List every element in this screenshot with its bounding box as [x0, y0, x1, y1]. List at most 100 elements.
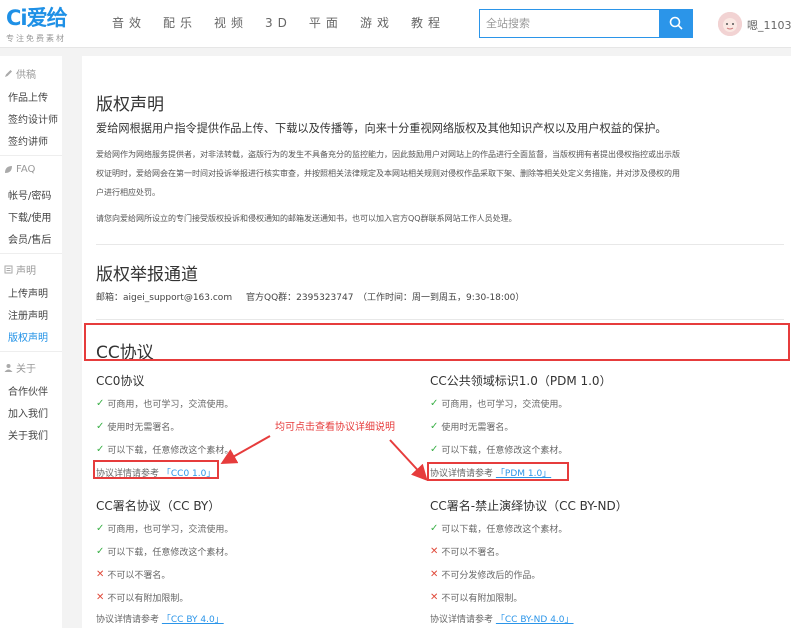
cc-rule-row: ✓ 可以下载，任意修改这个素材。 [430, 522, 567, 535]
sidebar-section-label: 声明 [16, 266, 36, 277]
cc-rule-row: ✕ 不可以不署名。 [430, 545, 504, 558]
sidebar-section-statement: 声明 [4, 262, 36, 277]
sidebar-section-contribute: 供稿 [4, 66, 36, 81]
nav-item-3d[interactable]: 3D [265, 0, 292, 46]
copyright-title: 版权声明 [96, 95, 164, 115]
sidebar-section-label: FAQ [16, 164, 36, 175]
cc-rule-text: 不可以不署名。 [107, 571, 171, 581]
sidebar-item-membership[interactable]: 会员/售后 [8, 231, 51, 246]
cc-card-title: CC公共领域标识1.0（PDM 1.0） [430, 374, 612, 388]
sidebar-item-account[interactable]: 帐号/密码 [8, 187, 51, 202]
cc-rule-text: 不可分发修改后的作品。 [441, 571, 541, 581]
search-button[interactable] [659, 10, 692, 37]
avatar[interactable] [718, 12, 742, 36]
cc-rule-row: ✕ 不可以有附加限制。 [96, 591, 188, 604]
cc-ref-row: 协议详情请参考 「CC BY-ND 4.0」 [430, 612, 574, 625]
nav-item-video[interactable]: 视频 [214, 0, 248, 46]
copyright-paragraph-line: 爱给网作为网络服务提供者，对非法转载，盗版行为的发生不具备充分的监控能力，因此鼓… [96, 150, 680, 159]
cc-rule-text: 使用时无需署名。 [107, 423, 180, 433]
sidebar-section-about: 关于 [4, 360, 36, 375]
copyright-contact-paragraph: 请您向爱给网所设立的专门接受版权投诉和侵权通知的邮箱发送通知书，也可以加入官方Q… [96, 214, 517, 223]
logo-tagline: 专注免费素材 [6, 34, 66, 43]
cc-rule-text: 不可以不署名。 [441, 548, 505, 558]
cross-icon: ✕ [96, 592, 105, 603]
sidebar-item-lecturer[interactable]: 签约讲师 [8, 133, 48, 148]
nav-item-tutorial[interactable]: 教程 [411, 0, 445, 46]
section-divider [96, 244, 784, 245]
report-email: 邮箱：aigei_support@163.com [96, 293, 233, 303]
main-nav: 音效 配乐 视频 3D 平面 游戏 教程 [112, 0, 462, 46]
cc-rule-text: 可商用，也可学习，交流使用。 [441, 400, 568, 410]
sidebar-item-copyright-statement[interactable]: 版权声明 [8, 329, 48, 344]
cc-card-title: CC署名-禁止演绎协议（CC BY-ND） [430, 499, 628, 513]
sidebar-section-label: 供稿 [16, 70, 36, 81]
cross-icon: ✕ [430, 546, 439, 557]
avatar-image [718, 12, 742, 36]
cc-rule-text: 使用时无需署名。 [441, 423, 514, 433]
cc-card-title: CC0协议 [96, 374, 145, 388]
cc-rule-row: ✓ 可以下载，任意修改这个素材。 [96, 443, 233, 456]
cc-rule-row: ✓ 可商用，也可学习，交流使用。 [96, 397, 233, 410]
cc-rule-text: 不可以有附加限制。 [107, 594, 189, 604]
check-icon: ✓ [430, 444, 439, 455]
cross-icon: ✕ [430, 592, 439, 603]
copyright-paragraph-line: 权证明时，爱给网会在第一时间对投诉举报进行核实审查，并按照相关法律规定及本网站相… [96, 169, 680, 178]
cc-by-link[interactable]: 「CC BY 4.0」 [162, 612, 224, 625]
logo[interactable]: Ci爱给 专注免费素材 [6, 6, 86, 44]
sidebar-item-register-statement[interactable]: 注册声明 [8, 307, 48, 322]
cc0-link-highlight-box [93, 460, 219, 479]
username[interactable]: 嗯_1103... [747, 17, 791, 33]
sidebar-item-download[interactable]: 下载/使用 [8, 209, 51, 224]
sidebar-divider [0, 253, 62, 254]
nav-item-game[interactable]: 游戏 [360, 0, 394, 46]
cc-rule-row: ✕ 不可以有附加限制。 [430, 591, 522, 604]
top-header: Ci爱给 专注免费素材 音效 配乐 视频 3D 平面 游戏 教程 嗯_1103.… [0, 0, 791, 48]
check-icon: ✓ [96, 523, 105, 534]
check-icon: ✓ [96, 421, 105, 432]
sidebar-item-upload[interactable]: 作品上传 [8, 89, 48, 104]
sidebar-item-upload-statement[interactable]: 上传声明 [8, 285, 48, 300]
sidebar: 供稿 作品上传 签约设计师 签约讲师 FAQ 帐号/密码 下载/使用 会员/售后… [0, 56, 62, 628]
leaf-icon [5, 166, 12, 173]
report-title: 版权举报通道 [96, 265, 198, 285]
copyright-lead: 爱给网根据用户指令提供作品上传、下载以及传播等，向来十分重视网络版权及其他知识产… [96, 122, 667, 135]
sidebar-item-partners[interactable]: 合作伙伴 [8, 383, 48, 398]
cc-card-title: CC署名协议（CC BY） [96, 499, 221, 513]
cc-rule-row: ✓ 可商用，也可学习，交流使用。 [96, 522, 233, 535]
cc-rule-text: 不可以有附加限制。 [441, 594, 523, 604]
cc-rule-text: 可以下载，任意修改这个素材。 [441, 446, 568, 456]
check-icon: ✓ [96, 546, 105, 557]
sidebar-item-about-us[interactable]: 关于我们 [8, 427, 48, 442]
cc-rule-text: 可商用，也可学习，交流使用。 [107, 400, 234, 410]
sidebar-section-label: 关于 [16, 364, 36, 375]
sidebar-item-join-us[interactable]: 加入我们 [8, 405, 48, 420]
cc-by-nd-link[interactable]: 「CC BY-ND 4.0」 [496, 612, 574, 625]
nav-item-graphic[interactable]: 平面 [309, 0, 343, 46]
sidebar-section-faq: FAQ [4, 164, 35, 175]
user-icon [4, 364, 13, 372]
report-hours: （工作时间：周一到周五，9:30-18:00） [358, 293, 525, 303]
cc-title-highlight-box [84, 323, 790, 361]
logo-mark: Ci爱给 [6, 6, 68, 30]
sidebar-divider [0, 351, 62, 352]
cc-rule-text: 可以下载，任意修改这个素材。 [441, 525, 568, 535]
sidebar-divider [0, 155, 62, 156]
cc-rule-text: 可商用，也可学习，交流使用。 [107, 525, 234, 535]
nav-item-audio[interactable]: 音效 [112, 0, 146, 46]
check-icon: ✓ [96, 444, 105, 455]
cc-rule-row: ✕ 不可以不署名。 [96, 568, 170, 581]
nav-item-music[interactable]: 配乐 [163, 0, 197, 46]
cc-rule-row: ✓ 可以下载，任意修改这个素材。 [430, 443, 567, 456]
cc-rule-row: ✕ 不可分发修改后的作品。 [430, 568, 540, 581]
document-icon [4, 265, 13, 274]
cc-rule-row: ✓ 使用时无需署名。 [430, 420, 513, 433]
search-input[interactable] [480, 10, 660, 37]
pdm-link-highlight-box [427, 462, 569, 481]
cc-rule-row: ✓ 可商用，也可学习，交流使用。 [430, 397, 567, 410]
section-divider [96, 319, 784, 320]
report-qq-group: 官方QQ群：2395323747 [246, 293, 354, 303]
check-icon: ✓ [96, 398, 105, 409]
sidebar-item-designer[interactable]: 签约设计师 [8, 111, 58, 126]
pencil-icon [5, 70, 12, 77]
cc-rule-row: ✓ 可以下载，任意修改这个素材。 [96, 545, 233, 558]
